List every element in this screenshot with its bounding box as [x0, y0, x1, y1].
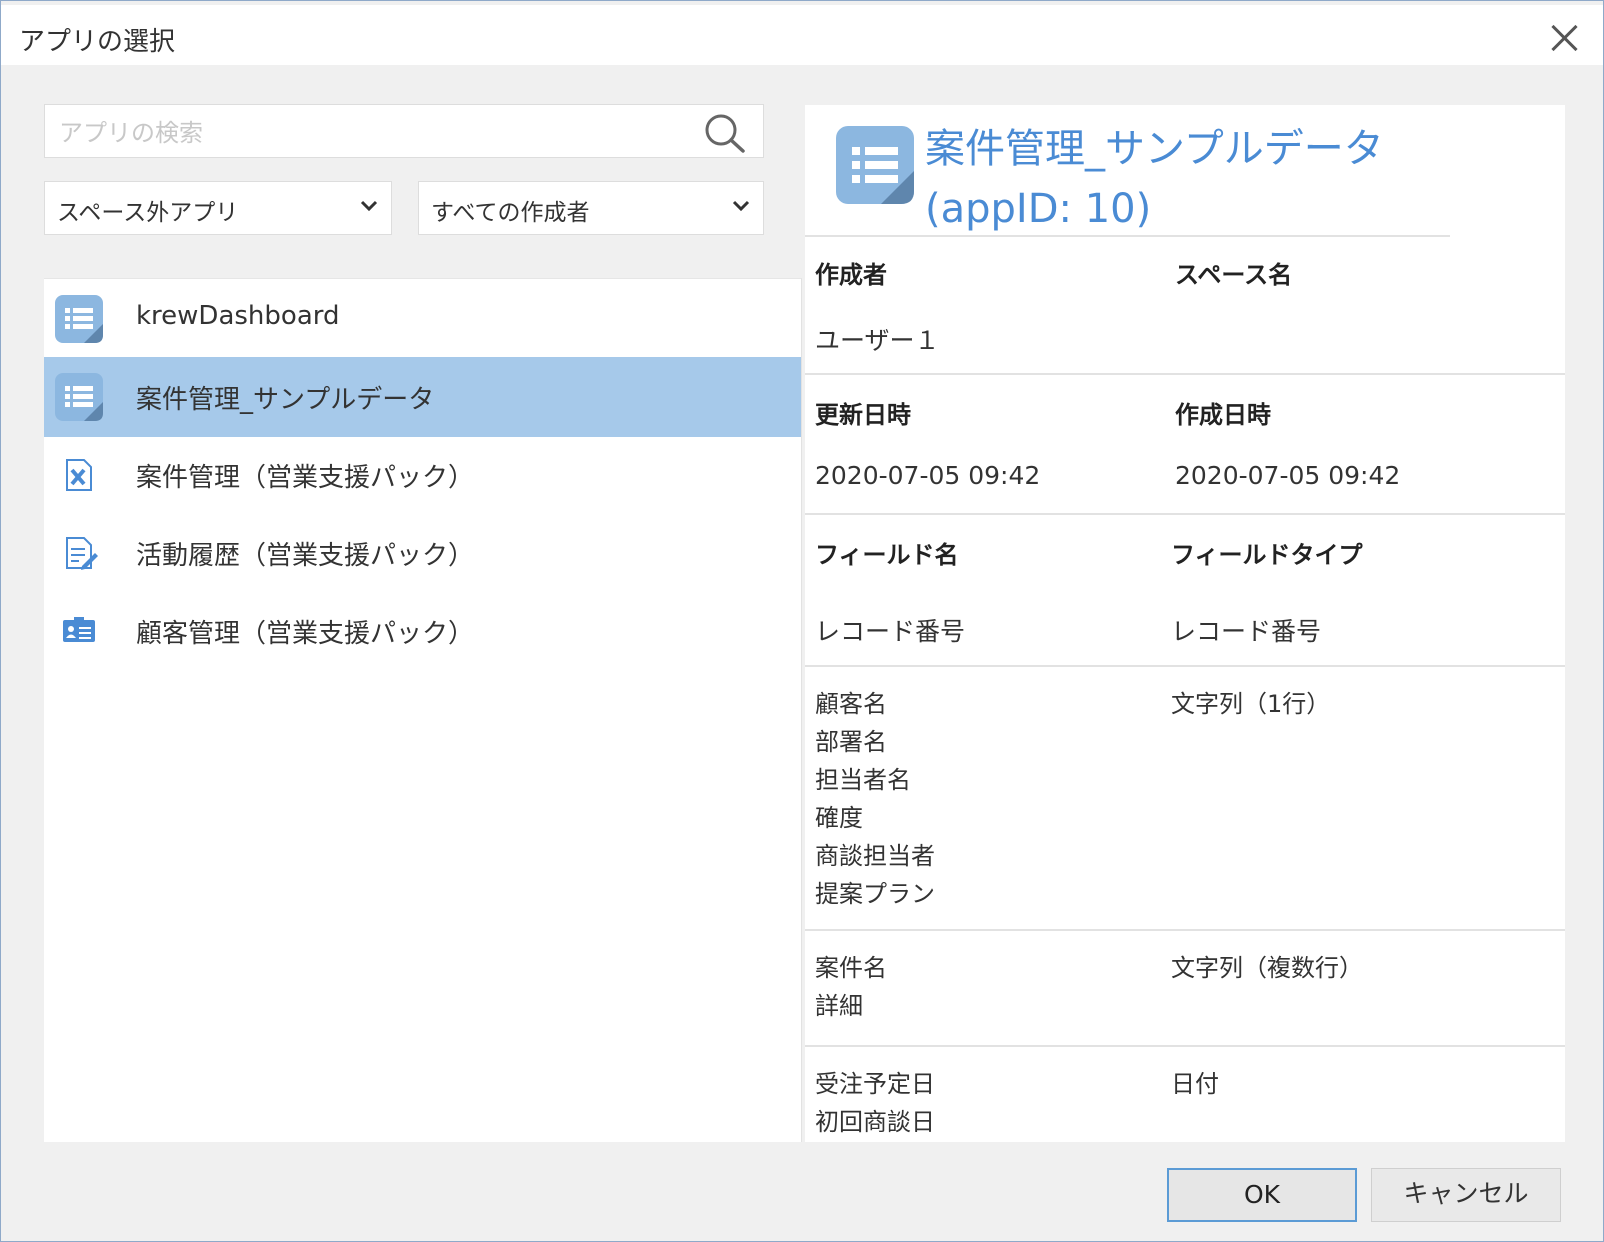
field-type: 文字列（1行） [1171, 690, 1331, 718]
created-value: 2020-07-05 09:42 [1175, 461, 1401, 490]
creator-label: 作成者 [815, 261, 887, 289]
app-name: 案件管理（営業支援パック） [136, 463, 475, 493]
creator-filter-select[interactable]: すべての作成者 [418, 181, 764, 235]
app-list-item[interactable]: krewDashboard [44, 279, 801, 359]
divider [805, 665, 1565, 667]
detail-app-name: 案件管理_サンプルデータ [925, 126, 1384, 172]
field-name-group: 受注予定日 初回商談日 [815, 1065, 935, 1141]
app-list-item-selected[interactable]: 案件管理_サンプルデータ [44, 357, 801, 437]
field-name: 確度 [815, 804, 863, 832]
dialog-titlebar: アプリの選択 [1, 5, 1603, 65]
field-name: レコード番号 [815, 617, 966, 646]
updated-value: 2020-07-05 09:42 [815, 461, 1041, 490]
app-search-box[interactable] [44, 104, 764, 158]
app-name: 顧客管理（営業支援パック） [136, 619, 475, 649]
field-name: 部署名 [815, 728, 887, 756]
field-name-group: 顧客名 部署名 担当者名 確度 商談担当者 提案プラン [815, 685, 935, 913]
field-name: 提案プラン [815, 880, 935, 908]
cancel-button[interactable]: キャンセル [1371, 1168, 1561, 1222]
divider [805, 929, 1565, 931]
field-type: レコード番号 [1171, 617, 1322, 646]
field-name: 案件名 [815, 954, 887, 982]
table-list-icon [55, 373, 103, 421]
field-type: 文字列（複数行） [1171, 954, 1363, 982]
creator-filter-value: すべての作成者 [431, 200, 590, 226]
field-name: 受注予定日 [815, 1070, 935, 1098]
space-name-label: スペース名 [1175, 261, 1293, 289]
table-list-icon [55, 295, 103, 343]
dialog-title: アプリの選択 [19, 27, 176, 57]
chevron-down-icon [360, 200, 378, 212]
app-search-input[interactable] [57, 115, 701, 151]
app-select-dialog: アプリの選択 スペース外アプリ すべての作成者 kre [0, 0, 1604, 1242]
field-name: 顧客名 [815, 690, 887, 718]
app-list-item[interactable]: 顧客管理（営業支援パック） [44, 591, 801, 671]
divider [805, 513, 1565, 515]
field-name: 初回商談日 [815, 1108, 935, 1136]
space-filter-select[interactable]: スペース外アプリ [44, 181, 392, 235]
field-name: 担当者名 [815, 766, 911, 794]
app-list: krewDashboard 案件管理_サンプルデータ 案件管理（営業支援パック） [44, 278, 802, 1142]
divider [805, 235, 1450, 237]
updated-label: 更新日時 [815, 401, 911, 429]
app-name: 案件管理_サンプルデータ [136, 385, 435, 415]
document-edit-icon [66, 537, 98, 570]
divider [805, 373, 1565, 375]
creator-value: ユーザー１ [815, 326, 940, 355]
field-type: 日付 [1171, 1070, 1219, 1098]
field-name-header: フィールド名 [815, 541, 959, 569]
field-name: 商談担当者 [815, 842, 935, 870]
table-list-icon [836, 126, 914, 204]
app-list-item[interactable]: 活動履歴（営業支援パック） [44, 513, 801, 593]
app-list-item[interactable]: 案件管理（営業支援パック） [44, 435, 801, 515]
space-filter-value: スペース外アプリ [57, 200, 239, 226]
created-label: 作成日時 [1175, 401, 1271, 429]
ok-button[interactable]: OK [1167, 1168, 1357, 1222]
detail-title: 案件管理_サンプルデータ (appID: 10) [925, 119, 1384, 239]
app-name: krewDashboard [136, 301, 340, 331]
search-icon[interactable] [703, 113, 747, 153]
document-x-icon [66, 459, 92, 491]
chevron-down-icon [732, 200, 750, 212]
field-name-group: 案件名 詳細 [815, 949, 887, 1025]
divider [805, 1045, 1565, 1047]
detail-app-id: (appID: 10) [925, 186, 1152, 232]
field-type-header: フィールドタイプ [1171, 541, 1363, 569]
close-icon[interactable] [1549, 23, 1579, 53]
app-name: 活動履歴（営業支援パック） [136, 541, 475, 571]
contact-card-icon [63, 617, 95, 642]
field-name: 詳細 [815, 992, 863, 1020]
app-detail-panel: 案件管理_サンプルデータ (appID: 10) 作成者 スペース名 ユーザー１… [805, 105, 1565, 1142]
